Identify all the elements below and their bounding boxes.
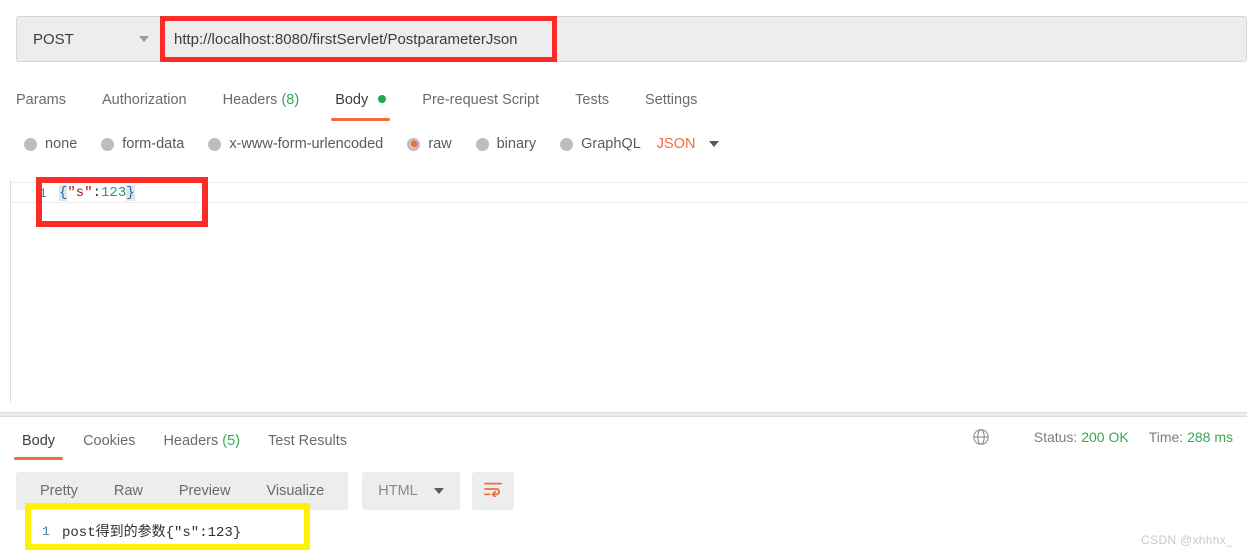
body-type-urlencoded[interactable]: x-www-form-urlencoded bbox=[208, 136, 383, 152]
globe-icon[interactable] bbox=[972, 428, 990, 446]
radio-form-data-icon bbox=[101, 137, 115, 151]
body-type-form-data[interactable]: form-data bbox=[101, 136, 184, 152]
json-key: "s" bbox=[67, 185, 93, 201]
editor-line-band bbox=[11, 202, 1247, 203]
tab-params-label: Params bbox=[16, 92, 66, 108]
response-tab-headers-label: Headers bbox=[163, 433, 219, 449]
json-value: 123 bbox=[101, 185, 127, 201]
http-method-label: POST bbox=[33, 30, 74, 48]
tab-pre-request-script-label: Pre-request Script bbox=[422, 92, 540, 108]
chevron-down-icon bbox=[139, 36, 149, 42]
radio-raw-icon bbox=[407, 137, 421, 151]
response-tab-test-results-label: Test Results bbox=[268, 433, 348, 449]
editor-code-line: 1 { "s" : 123 } bbox=[11, 183, 135, 203]
tab-tests[interactable]: Tests bbox=[557, 82, 627, 118]
body-type-urlencoded-label: x-www-form-urlencoded bbox=[229, 136, 384, 152]
body-type-binary[interactable]: binary bbox=[475, 136, 537, 152]
radio-urlencoded-icon bbox=[208, 137, 222, 151]
response-line-number: 1 bbox=[42, 523, 50, 539]
tab-tests-label: Tests bbox=[575, 92, 609, 108]
body-type-graphql-label: GraphQL bbox=[581, 136, 641, 152]
tab-headers-label: Headers bbox=[222, 92, 278, 108]
body-type-raw[interactable]: raw bbox=[407, 136, 452, 152]
status-label: Status: bbox=[1033, 429, 1078, 445]
editor-line-number: 1 bbox=[39, 185, 47, 201]
watermark: CSDN @xhhhx_ bbox=[1141, 533, 1233, 547]
time-label: Time: bbox=[1148, 429, 1184, 445]
tab-pre-request-script[interactable]: Pre-request Script bbox=[404, 82, 557, 118]
response-body-text: post得到的参数{"s":123} bbox=[62, 525, 242, 541]
tab-params[interactable]: Params bbox=[16, 82, 84, 118]
json-close-brace: } bbox=[126, 185, 135, 201]
response-format-bar: Pretty Raw Preview Visualize HTML bbox=[16, 472, 514, 510]
status-badge[interactable]: Status: 200 OK bbox=[1034, 429, 1129, 445]
response-meta-bar: Status: 200 OK Time: 288 ms bbox=[972, 428, 1233, 446]
response-tab-body[interactable]: Body bbox=[8, 424, 69, 460]
radio-none-icon bbox=[24, 137, 37, 151]
response-tab-headers[interactable]: Headers (5) bbox=[149, 424, 254, 458]
tab-headers-count: (8) bbox=[281, 92, 300, 108]
raw-format-label: JSON bbox=[656, 136, 696, 152]
tab-settings-label: Settings bbox=[644, 92, 698, 108]
request-body-editor[interactable]: 1 { "s" : 123 } bbox=[10, 180, 1247, 402]
json-colon: : bbox=[92, 185, 102, 201]
response-tab-cookies[interactable]: Cookies bbox=[69, 424, 149, 458]
format-tab-pretty[interactable]: Pretty bbox=[22, 472, 96, 510]
chevron-down-icon bbox=[433, 488, 444, 494]
format-tab-preview[interactable]: Preview bbox=[161, 472, 249, 510]
request-tab-bar: Params Authorization Headers (8) Body Pr… bbox=[16, 82, 715, 121]
response-tab-body-label: Body bbox=[22, 433, 56, 449]
format-tab-raw[interactable]: Raw bbox=[96, 472, 161, 510]
status-value: 200 OK bbox=[1081, 429, 1129, 445]
response-tab-bar: Body Cookies Headers (5) Test Results bbox=[8, 424, 361, 460]
request-url-bar: POST http://localhost:8080/firstServlet/… bbox=[16, 16, 1247, 62]
radio-graphql-icon bbox=[560, 137, 574, 151]
body-type-raw-label: raw bbox=[428, 136, 452, 152]
body-type-binary-label: binary bbox=[496, 136, 537, 152]
response-tab-test-results[interactable]: Test Results bbox=[254, 424, 361, 458]
body-type-graphql[interactable]: GraphQL bbox=[560, 136, 641, 152]
time-badge[interactable]: Time: 288 ms bbox=[1149, 429, 1233, 445]
format-tab-visualize[interactable]: Visualize bbox=[248, 472, 342, 510]
word-wrap-icon bbox=[483, 481, 503, 502]
body-type-none[interactable]: none bbox=[24, 136, 77, 152]
time-value: 288 ms bbox=[1187, 429, 1233, 445]
http-method-dropdown[interactable]: POST bbox=[16, 16, 163, 62]
request-url-input[interactable]: http://localhost:8080/firstServlet/Postp… bbox=[163, 16, 1247, 62]
response-language-label: HTML bbox=[378, 483, 418, 499]
response-language-dropdown[interactable]: HTML bbox=[362, 472, 460, 510]
body-modified-dot-icon bbox=[378, 95, 387, 103]
body-type-radio-group: none form-data x-www-form-urlencoded raw… bbox=[24, 130, 720, 158]
raw-format-dropdown[interactable]: JSON bbox=[657, 136, 720, 152]
tab-authorization[interactable]: Authorization bbox=[84, 82, 205, 118]
response-tab-headers-count: (5) bbox=[222, 433, 241, 449]
response-format-tab-group: Pretty Raw Preview Visualize bbox=[16, 472, 349, 510]
chevron-down-icon bbox=[709, 141, 720, 147]
body-type-none-label: none bbox=[45, 136, 78, 152]
body-type-form-data-label: form-data bbox=[122, 136, 185, 152]
word-wrap-button[interactable] bbox=[471, 472, 514, 510]
tab-body-label: Body bbox=[335, 92, 369, 108]
tab-headers[interactable]: Headers (8) bbox=[205, 82, 318, 118]
response-tab-cookies-label: Cookies bbox=[83, 433, 136, 449]
radio-binary-icon bbox=[475, 137, 489, 151]
pane-resize-divider[interactable] bbox=[0, 412, 1247, 417]
tab-authorization-label: Authorization bbox=[101, 92, 187, 108]
tab-settings[interactable]: Settings bbox=[627, 82, 715, 118]
editor-line-band bbox=[11, 182, 1247, 183]
tab-body[interactable]: Body bbox=[317, 82, 404, 121]
response-body-viewer[interactable]: 1 post得到的参数{"s":123} bbox=[16, 514, 241, 548]
json-open-brace: { bbox=[59, 185, 68, 201]
